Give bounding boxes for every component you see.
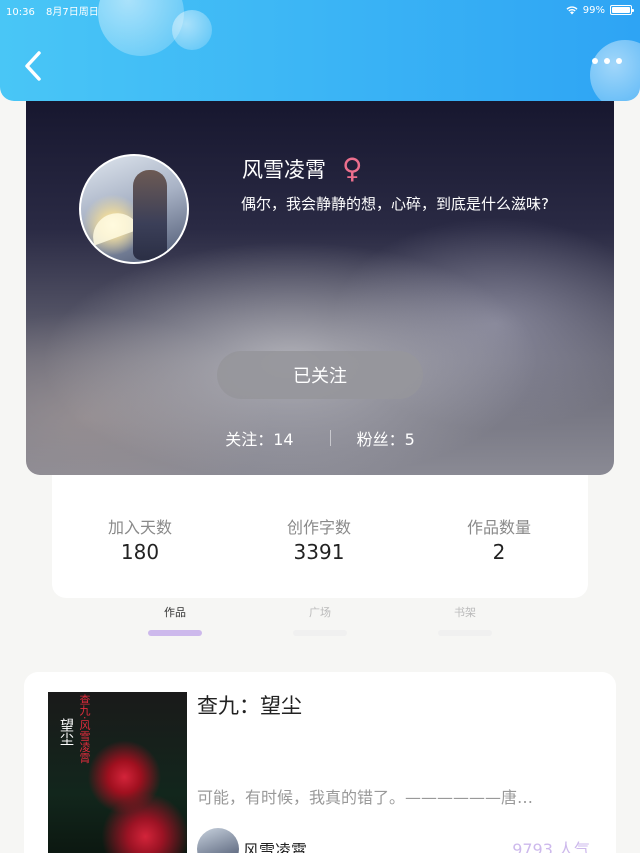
tab-label: 作品 xyxy=(164,606,186,619)
dot-icon xyxy=(616,58,622,64)
stat-label: 作品数量 xyxy=(466,518,531,537)
status-bar: 10:36 8月7日周日 99% xyxy=(6,2,634,18)
profile-name-row: 风雪凌霄 ♀ xyxy=(242,154,363,184)
chevron-left-icon xyxy=(25,51,41,81)
author-avatar xyxy=(197,828,239,853)
following-count[interactable]: 关注：14 xyxy=(225,426,293,450)
decor-bubble xyxy=(590,40,640,101)
female-icon: ♀ xyxy=(342,152,363,185)
follow-button[interactable]: 已关注 xyxy=(217,351,423,399)
avatar[interactable] xyxy=(79,154,189,264)
stat-value: 3391 xyxy=(293,540,345,564)
stat-word-count: 创作字数 3391 xyxy=(244,514,394,564)
book-description: 可能，有时候，我真的错了。——————唐… xyxy=(197,788,534,807)
stat-label: 创作字数 xyxy=(286,518,351,537)
stat-join-days: 加入天数 180 xyxy=(65,514,215,564)
header-bar: 10:36 8月7日周日 99% xyxy=(0,0,640,101)
tab-label: 书架 xyxy=(454,606,476,619)
book-cover[interactable]: 查九·风雪凌霄 望尘 xyxy=(48,692,187,853)
divider xyxy=(329,430,331,446)
follow-counts: 关注：14 粉丝：5 xyxy=(26,426,614,450)
book-title[interactable]: 查九：望尘 xyxy=(197,690,302,720)
wifi-icon xyxy=(566,5,578,14)
stat-value: 2 xyxy=(492,540,506,564)
cover-title: 望尘 xyxy=(58,718,74,746)
status-date: 8月7日周日 xyxy=(46,6,99,18)
tab-bookshelf[interactable]: 书架 xyxy=(435,604,495,636)
stat-value: 180 xyxy=(120,540,160,564)
back-button[interactable] xyxy=(22,50,46,82)
status-time: 10:36 xyxy=(6,6,35,18)
cover-text: 查九·风雪凌霄 xyxy=(78,694,91,764)
book-author[interactable]: 风雪凌霄 xyxy=(197,828,307,853)
avatar-figure xyxy=(133,170,167,260)
profile-bio: 偶尔，我会静静的想，心碎，到底是什么滋味? xyxy=(241,195,549,213)
author-name: 风雪凌霄 xyxy=(243,841,308,853)
avatar-umbrella xyxy=(86,206,140,246)
dot-icon xyxy=(604,58,610,64)
book-card[interactable]: 查九·风雪凌霄 望尘 查九：望尘 可能，有时候，我真的错了。——————唐… 风… xyxy=(24,672,616,853)
dot-icon xyxy=(592,58,598,64)
book-popularity: 9793 人气 xyxy=(512,840,590,853)
more-button[interactable] xyxy=(592,58,622,64)
tab-works[interactable]: 作品 xyxy=(145,604,205,636)
stat-label: 加入天数 xyxy=(107,518,172,537)
fans-count[interactable]: 粉丝：5 xyxy=(357,426,415,450)
tab-bar: 作品 广场 书架 xyxy=(0,604,640,640)
stats-card: 加入天数 180 创作字数 3391 作品数量 2 xyxy=(52,470,588,598)
profile-card: 风雪凌霄 ♀ 偶尔，我会静静的想，心碎，到底是什么滋味? 已关注 关注：14 粉… xyxy=(26,96,614,475)
battery-icon xyxy=(610,5,634,15)
battery-percent: 99% xyxy=(582,4,605,16)
tab-indicator xyxy=(148,630,202,636)
tab-indicator xyxy=(438,630,492,636)
tab-square[interactable]: 广场 xyxy=(290,604,350,636)
stat-works-count: 作品数量 2 xyxy=(424,514,574,564)
tab-label: 广场 xyxy=(309,606,331,619)
tab-indicator xyxy=(293,630,347,636)
profile-name: 风雪凌霄 xyxy=(242,158,326,182)
